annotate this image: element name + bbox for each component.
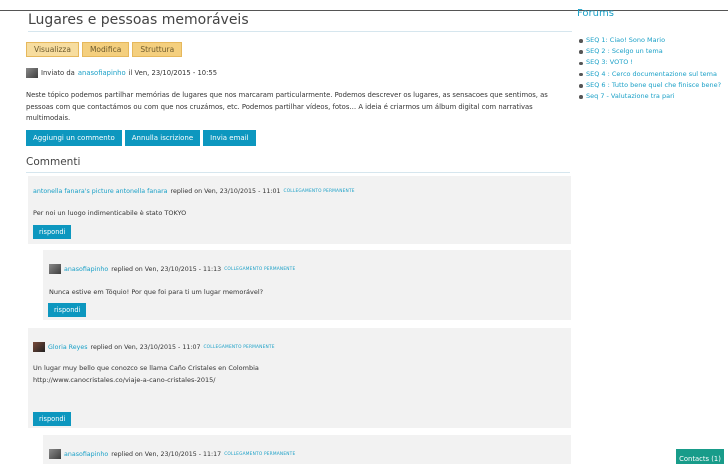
forum-link[interactable]: Seq 7 - Valutazione tra pari bbox=[577, 91, 722, 102]
node-body: Neste tópico podemos partilhar memórias … bbox=[26, 91, 548, 122]
submitted-prefix: Inviato da bbox=[41, 69, 75, 77]
page-title: Lugares e pessoas memoráveis bbox=[28, 12, 572, 32]
contacts-button[interactable]: Contacts (1) bbox=[676, 449, 724, 464]
permalink[interactable]: COLLEGAMENTO PERMANENTE bbox=[284, 189, 355, 194]
tab-view[interactable]: Visualizza bbox=[26, 42, 79, 57]
author-link[interactable]: anasofiapinho bbox=[78, 69, 126, 77]
node-actions: Aggiungi un commento Annulla iscrizione … bbox=[26, 129, 572, 146]
submitted-info: Inviato da anasofiapinho il Ven, 23/10/2… bbox=[26, 68, 572, 78]
comments-title: Commenti bbox=[26, 156, 570, 173]
comment-avatar[interactable] bbox=[33, 342, 45, 352]
sidebar-forums: Forums SEQ 1: Ciao! Sono Mario SEQ 2 : S… bbox=[577, 8, 722, 102]
comment-author-link[interactable]: anasofiapinho bbox=[64, 451, 108, 458]
author-avatar[interactable] bbox=[26, 68, 38, 78]
add-comment-button[interactable]: Aggiungi un commento bbox=[26, 129, 122, 146]
unsubscribe-button[interactable]: Annulla iscrizione bbox=[124, 129, 201, 146]
forum-link[interactable]: SEQ 2 : Scelgo un tema bbox=[577, 46, 722, 57]
forum-link[interactable]: SEQ 3: VOTO ! bbox=[577, 57, 722, 68]
comment-avatar[interactable] bbox=[49, 264, 61, 274]
forum-link[interactable]: SEQ 4 : Cerco documentazione sul tema bbox=[577, 69, 722, 80]
comment-date: replied on Ven, 23/10/2015 - 11:07 bbox=[90, 343, 201, 351]
tab-structure[interactable]: Struttura bbox=[132, 42, 183, 57]
comment-date: replied on Ven, 23/10/2015 - 11:01 bbox=[170, 188, 281, 195]
main-content: Lugares e pessoas memoráveis Visualizza … bbox=[26, 10, 572, 173]
comment-item: anasofiapinho replied on Ven, 23/10/2015… bbox=[43, 250, 571, 320]
forum-list: SEQ 1: Ciao! Sono Mario SEQ 2 : Scelgo u… bbox=[577, 35, 722, 102]
comment-author-link[interactable]: antonella fanara's picture antonella fan… bbox=[33, 188, 168, 195]
reply-button[interactable]: rispondi bbox=[33, 225, 72, 239]
permalink[interactable]: COLLEGAMENTO PERMANENTE bbox=[203, 345, 274, 350]
comment-text: Per noi un luogo indimenticabile è stato… bbox=[33, 209, 187, 217]
comment-meta: anasofiapinho replied on Ven, 23/10/2015… bbox=[49, 449, 295, 459]
comment-item: anasofiapinho replied on Ven, 23/10/2015… bbox=[43, 435, 571, 464]
comment-meta: anasofiapinho replied on Ven, 23/10/2015… bbox=[49, 264, 295, 274]
comment-avatar[interactable] bbox=[49, 449, 61, 459]
comment-text: Un lugar muy bello que conozco se llama … bbox=[33, 364, 259, 372]
reply-button[interactable]: rispondi bbox=[48, 303, 87, 317]
send-email-button[interactable]: Invia email bbox=[203, 129, 256, 146]
comment-author-link[interactable]: anasofiapinho bbox=[64, 266, 108, 273]
comment-item: Gloria Reyes replied on Ven, 23/10/2015 … bbox=[28, 328, 571, 428]
sidebar-title: Forums bbox=[577, 8, 614, 19]
comment-author-link[interactable]: Gloria Reyes bbox=[48, 344, 88, 351]
submitted-date: il Ven, 23/10/2015 - 10:55 bbox=[128, 69, 218, 77]
comment-date: replied on Ven, 23/10/2015 - 11:13 bbox=[111, 265, 222, 273]
comment-meta: antonella fanara's picture antonella fan… bbox=[33, 188, 355, 195]
tab-edit[interactable]: Modifica bbox=[81, 42, 130, 57]
permalink[interactable]: COLLEGAMENTO PERMANENTE bbox=[224, 267, 295, 272]
node-tabs: Visualizza Modifica Struttura bbox=[26, 42, 572, 57]
comment-date: replied on Ven, 23/10/2015 - 11:17 bbox=[111, 450, 222, 458]
comment-meta: Gloria Reyes replied on Ven, 23/10/2015 … bbox=[33, 342, 275, 352]
comment-text: Nunca estive em Tóquio! Por que foi para… bbox=[49, 288, 264, 296]
reply-button[interactable]: rispondi bbox=[33, 412, 72, 426]
comment-item: antonella fanara's picture antonella fan… bbox=[28, 176, 571, 244]
permalink[interactable]: COLLEGAMENTO PERMANENTE bbox=[224, 452, 295, 457]
forum-link[interactable]: SEQ 1: Ciao! Sono Mario bbox=[577, 35, 722, 46]
forum-link[interactable]: SEQ 6 : Tutto bene quel che finisce bene… bbox=[577, 80, 722, 91]
comment-url-link[interactable]: http://www.canocristales.co/viaje-a-cano… bbox=[33, 376, 215, 384]
